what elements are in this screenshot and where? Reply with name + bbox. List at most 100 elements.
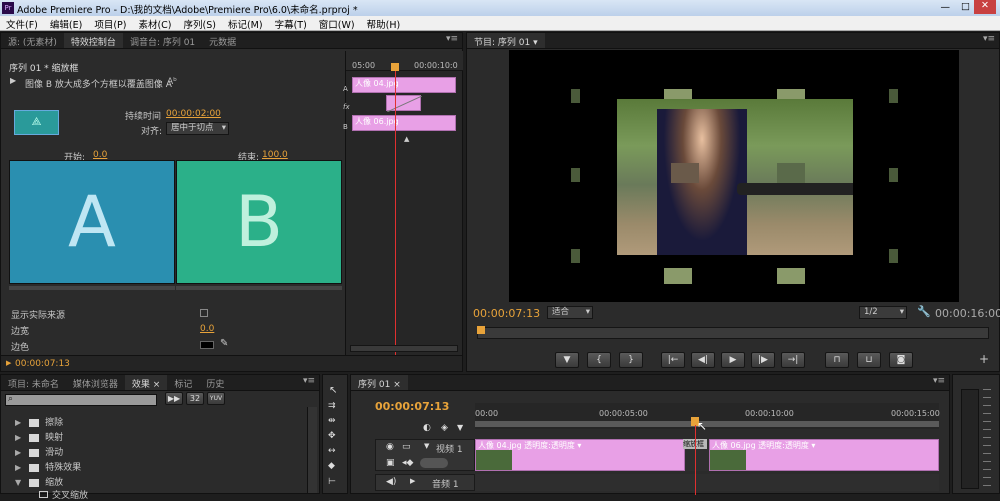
export-frame-button[interactable]: ◙ xyxy=(889,352,913,368)
clip-portrait-06[interactable]: 人像 06.jpg 透明度:透明度 ▾ xyxy=(709,439,939,471)
eyedropper-icon[interactable]: ✎ xyxy=(220,338,228,349)
speaker-icon[interactable]: ◀) xyxy=(386,477,396,487)
clip-portrait-04[interactable]: 人像 04.jpg 透明度:透明度 ▾ xyxy=(475,439,685,471)
play-indicator-icon[interactable]: ▶ xyxy=(6,359,11,367)
wrench-icon[interactable]: 🔧 xyxy=(917,305,931,318)
effect-timecode[interactable]: 00:00:07:13 xyxy=(15,359,70,369)
tab-source[interactable]: 源: (无素材) xyxy=(1,33,64,48)
program-playhead-marker[interactable] xyxy=(477,326,485,334)
close-button[interactable]: ✕ xyxy=(974,0,996,14)
show-source-checkbox[interactable] xyxy=(200,309,208,317)
mini-transition[interactable] xyxy=(386,95,422,112)
menu-sequence[interactable]: 序列(S) xyxy=(178,16,222,31)
align-dropdown[interactable]: 居中于切点 ▾ xyxy=(166,122,229,135)
rate-stretch-tool-icon[interactable]: ↔ xyxy=(328,446,336,456)
tree-item-wipe[interactable]: ▶ 擦除 xyxy=(15,415,63,428)
snap-icon[interactable]: ◐ xyxy=(423,423,431,433)
program-scrub-bar[interactable] xyxy=(477,327,989,339)
menu-window[interactable]: 窗口(W) xyxy=(313,16,361,31)
menu-project[interactable]: 项目(P) xyxy=(88,16,132,31)
collapse-track-icon[interactable]: ▶ xyxy=(410,477,415,485)
tree-item-map[interactable]: ▶ 映射 xyxy=(15,430,63,443)
mini-clip-a[interactable]: 人像 04.jpg xyxy=(352,77,456,93)
add-button-icon[interactable]: + xyxy=(979,352,989,366)
film-icon[interactable]: ▭ xyxy=(402,442,411,452)
collapse-track-icon[interactable]: ▼ xyxy=(424,442,429,450)
go-to-out-button[interactable]: →| xyxy=(781,352,805,368)
menu-help[interactable]: 帮助(H) xyxy=(361,16,407,31)
menu-file[interactable]: 文件(F) xyxy=(0,16,44,31)
slip-tool-icon[interactable]: ⊢ xyxy=(328,477,336,487)
border-color-swatch[interactable] xyxy=(200,341,214,349)
marker-icon[interactable]: ▼ xyxy=(457,423,463,432)
maximize-button[interactable]: □ xyxy=(961,1,970,12)
end-slider[interactable] xyxy=(176,286,342,290)
tab-effects[interactable]: 效果 × xyxy=(124,375,168,390)
mark-in-button[interactable]: { xyxy=(587,352,611,368)
border-width-value[interactable]: 0.0 xyxy=(200,324,214,334)
keyframe-nav-icon[interactable]: ◂◆ xyxy=(402,458,413,468)
menu-marker[interactable]: 标记(M) xyxy=(222,16,269,31)
quality-value: 1/2 xyxy=(864,307,878,317)
accelerated-effects-button[interactable]: ▶▶ xyxy=(165,392,183,405)
mark-out-button[interactable]: } xyxy=(619,352,643,368)
tree-item-zoom[interactable]: ▼ 缩放 xyxy=(15,475,63,488)
ab-play-icon[interactable]: Aᵇ xyxy=(167,77,177,87)
timeline-timecode[interactable]: 00:00:07:13 xyxy=(375,400,449,413)
32bit-button[interactable]: 32 xyxy=(186,392,204,405)
timeline-panel-menu-icon[interactable]: ▾≡ xyxy=(933,376,945,386)
tree-item-special-effect[interactable]: ▶ 特殊效果 xyxy=(15,460,81,473)
expand-icon[interactable]: ▶ xyxy=(10,76,16,85)
rolling-edit-tool-icon[interactable]: ✥ xyxy=(328,431,336,441)
track-lock-icon[interactable]: ▣ xyxy=(386,458,395,468)
ripple-edit-tool-icon[interactable]: ⇹ xyxy=(328,416,336,426)
start-slider[interactable] xyxy=(9,286,175,290)
step-forward-button[interactable]: |▶ xyxy=(751,352,775,368)
tree-item-cross-zoom[interactable]: 交叉缩放 xyxy=(39,488,88,501)
selection-tool-icon[interactable]: ↖ xyxy=(329,385,337,396)
tab-sequence-01[interactable]: 序列 01 × xyxy=(351,375,408,390)
start-value[interactable]: 0.0 xyxy=(93,150,107,160)
tab-markers[interactable]: 标记 xyxy=(167,375,199,390)
menu-edit[interactable]: 编辑(E) xyxy=(44,16,88,31)
extract-button[interactable]: ⊔ xyxy=(857,352,881,368)
search-field[interactable]: ⌕ xyxy=(5,394,157,406)
menu-clip[interactable]: 素材(C) xyxy=(132,16,177,31)
window-title: Adobe Premiere Pro - D:\我的文档\Adobe\Premi… xyxy=(17,5,358,16)
program-panel-menu-icon[interactable]: ▾≡ xyxy=(983,34,995,44)
tree-item-slide[interactable]: ▶ 滑动 xyxy=(15,445,63,458)
tab-audio-mixer[interactable]: 调音台: 序列 01 xyxy=(123,33,202,48)
tab-program[interactable]: 节目: 序列 01 ▾ xyxy=(467,33,545,48)
tab-metadata[interactable]: 元数据 xyxy=(202,33,243,48)
play-button[interactable]: ▶ xyxy=(721,352,745,368)
panel-menu-icon[interactable]: ▾≡ xyxy=(446,34,458,44)
opacity-pill[interactable] xyxy=(420,458,448,468)
program-timecode[interactable]: 00:00:07:13 xyxy=(473,307,540,320)
minimize-button[interactable]: — xyxy=(941,2,951,13)
effects-scrollbar[interactable] xyxy=(307,407,317,493)
menu-title[interactable]: 字幕(T) xyxy=(269,16,313,31)
tab-media-browser[interactable]: 媒体浏览器 xyxy=(66,375,125,390)
sequence-tab-label: 序列 01 xyxy=(358,380,391,390)
duration-value[interactable]: 00:00:02:00 xyxy=(166,109,221,119)
fit-dropdown[interactable]: 适合 ▾ xyxy=(547,306,593,319)
step-back-button[interactable]: ◀| xyxy=(691,352,715,368)
mini-playhead-marker[interactable] xyxy=(391,63,399,71)
go-to-in-button[interactable]: |← xyxy=(661,352,685,368)
eye-icon[interactable]: ◉ xyxy=(386,442,394,452)
quality-dropdown[interactable]: 1/2 ▾ xyxy=(859,306,907,319)
effects-panel-menu-icon[interactable]: ▾≡ xyxy=(303,376,315,386)
mini-clip-b[interactable]: 人像 06.jpg xyxy=(352,115,456,131)
razor-tool-icon[interactable]: ◆ xyxy=(328,461,335,471)
add-marker-button[interactable]: ▼ xyxy=(555,352,579,368)
tab-history[interactable]: 历史 xyxy=(199,375,231,390)
tab-project[interactable]: 项目: 未命名 xyxy=(1,375,66,390)
track-select-tool-icon[interactable]: ⇉ xyxy=(328,401,336,411)
lift-button[interactable]: ⊓ xyxy=(825,352,849,368)
mini-scrollbar[interactable] xyxy=(350,345,458,352)
yuv-button[interactable]: YUV xyxy=(207,392,225,405)
end-value[interactable]: 100.0 xyxy=(262,150,288,160)
add-marker-icon[interactable]: ◈ xyxy=(441,423,448,433)
zoom-box xyxy=(889,168,898,182)
tab-effect-controls[interactable]: 特效控制台 xyxy=(63,33,123,48)
